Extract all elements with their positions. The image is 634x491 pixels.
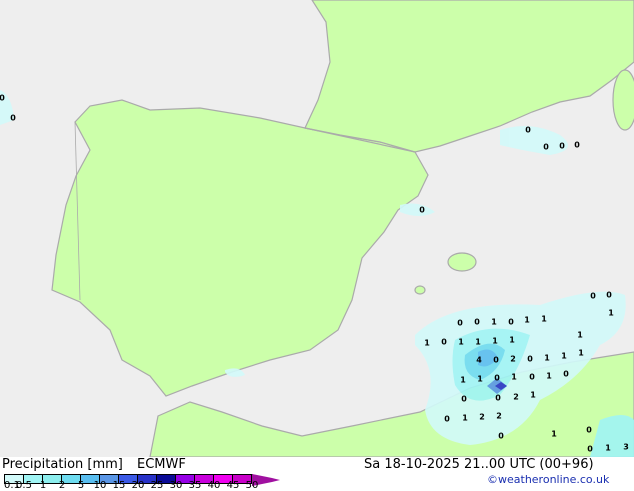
sardinia-island bbox=[612, 69, 634, 131]
precip-value-label: 0 bbox=[559, 141, 565, 151]
precip-value-label: 1 bbox=[462, 413, 468, 423]
precip-value-label: 1 bbox=[458, 337, 464, 347]
precip-value-label: 0 bbox=[543, 142, 549, 152]
scale-tick-label: 5 bbox=[77, 480, 85, 491]
model-name: ECMWF bbox=[137, 457, 186, 472]
precip-value-label: 1 bbox=[608, 308, 614, 318]
scale-tick-label: 25 bbox=[150, 480, 164, 491]
mallorca-island bbox=[447, 252, 477, 272]
scale-tick-label: 35 bbox=[188, 480, 202, 491]
precip-value-label: 1 bbox=[475, 337, 481, 347]
precip-value-label: 1 bbox=[477, 374, 483, 384]
precip-value-label: 0 bbox=[525, 125, 531, 135]
precip-value-label: 2 bbox=[513, 392, 519, 402]
precip-value-label: 1 bbox=[561, 351, 567, 361]
precip-value-label: 0 bbox=[563, 369, 569, 379]
precip-value-label: 1 bbox=[546, 371, 552, 381]
ibiza-island bbox=[414, 285, 426, 295]
precip-value-label: 0 bbox=[493, 355, 499, 365]
precip-value-label: 1 bbox=[544, 353, 550, 363]
precip-value-label: 0 bbox=[590, 291, 596, 301]
precip-value-label: 1 bbox=[577, 330, 583, 340]
scale-tick-label: 50 bbox=[245, 480, 259, 491]
precip-value-label: 1 bbox=[492, 336, 498, 346]
precip-value-label: 0 bbox=[586, 425, 592, 435]
precip-value-label: 0 bbox=[606, 290, 612, 300]
precip-value-label: 1 bbox=[460, 375, 466, 385]
valid-datetime: Sa 18-10-2025 21..00 UTC (00+96) bbox=[364, 457, 594, 472]
precip-value-label: 1 bbox=[541, 314, 547, 324]
iberia-land bbox=[51, 99, 429, 397]
precip-value-label: 0 bbox=[494, 373, 500, 383]
france-land bbox=[304, 0, 634, 153]
scale-tick-label: 20 bbox=[131, 480, 145, 491]
scale-tick-label: 1 bbox=[39, 480, 47, 491]
precip-value-label: 0 bbox=[419, 205, 425, 215]
precip-value-label: 0 bbox=[527, 354, 533, 364]
precip-value-label: 1 bbox=[524, 315, 530, 325]
precip-value-label: 1 bbox=[509, 335, 515, 345]
precip-value-label: 0 bbox=[457, 318, 463, 328]
scale-tick-label: 40 bbox=[207, 480, 221, 491]
precip-value-label: 2 bbox=[510, 354, 516, 364]
precip-value-label: 1 bbox=[511, 372, 517, 382]
scale-tick-label: 0.5 bbox=[16, 480, 32, 491]
map-base bbox=[0, 0, 634, 458]
scale-tick-label: 15 bbox=[112, 480, 126, 491]
precip-value-label: 2 bbox=[496, 411, 502, 421]
precip-value-label: 2 bbox=[479, 412, 485, 422]
scale-tick-label: 45 bbox=[226, 480, 240, 491]
scale-arrow-icon bbox=[252, 474, 280, 486]
precip-value-label: 0 bbox=[498, 431, 504, 441]
precip-value-label: 1 bbox=[491, 317, 497, 327]
precip-value-label: 0 bbox=[474, 317, 480, 327]
precip-value-label: 0 bbox=[574, 140, 580, 150]
precip-value-label: 0 bbox=[461, 394, 467, 404]
precip-value-label: 1 bbox=[551, 429, 557, 439]
scale-tick-label: 2 bbox=[58, 480, 66, 491]
precip-value-label: 0 bbox=[529, 372, 535, 382]
precip-value-label: 0 bbox=[10, 113, 16, 123]
precip-value-label: 0 bbox=[0, 93, 5, 103]
scale-tick-label: 30 bbox=[169, 480, 183, 491]
precip-value-label: 0 bbox=[587, 444, 593, 454]
precip-value-label: 4 bbox=[476, 355, 482, 365]
precip-value-label: 0 bbox=[508, 317, 514, 327]
precip-value-label: 0 bbox=[441, 337, 447, 347]
precip-value-label: 1 bbox=[424, 338, 430, 348]
precip-value-label: 1 bbox=[530, 390, 536, 400]
credit-link[interactable]: ©weatheronline.co.uk bbox=[487, 473, 609, 486]
precip-value-label: 1 bbox=[605, 443, 611, 453]
precip-value-label: 1 bbox=[578, 348, 584, 358]
precipitation-map: 0010010111101111402011111010100021012201… bbox=[0, 0, 634, 458]
map-title: Precipitation [mm] bbox=[2, 457, 123, 472]
scale-tick-label: 10 bbox=[93, 480, 107, 491]
precip-value-label: 3 bbox=[623, 442, 629, 452]
precip-value-label: 0 bbox=[444, 414, 450, 424]
precip-value-label: 0 bbox=[495, 393, 501, 403]
